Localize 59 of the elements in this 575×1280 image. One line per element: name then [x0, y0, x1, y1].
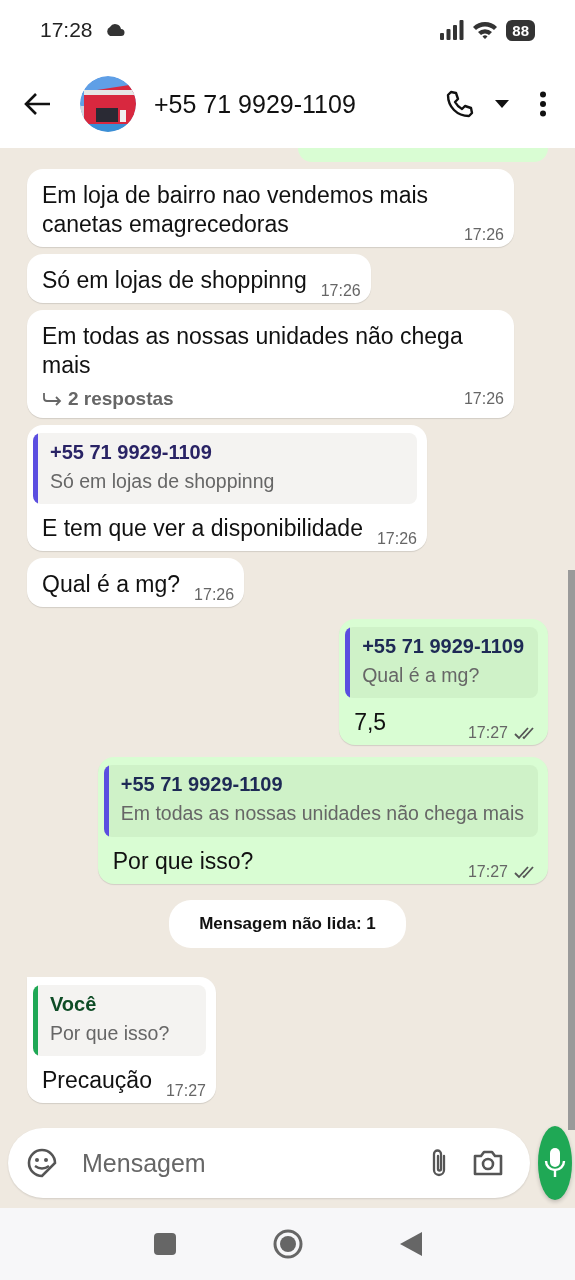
- message-time: 17:26: [320, 280, 361, 301]
- signal-icon: [440, 20, 465, 40]
- home-icon[interactable]: [271, 1228, 304, 1260]
- quote-text: Só em lojas de shoppinng: [50, 468, 276, 494]
- message-bubble[interactable]: Você Por que isso? Precaução 17:27: [27, 976, 216, 1104]
- microphone-button[interactable]: [538, 1126, 572, 1200]
- message-time: 17:27: [467, 723, 508, 744]
- message-text: Precaução: [42, 1066, 152, 1096]
- message-text: Qual é a mg?: [42, 570, 181, 600]
- quoted-message[interactable]: +55 71 9929-1109 Qual é a mg?: [345, 627, 538, 699]
- message-text: Em todas as nossas unidades não chega mais: [42, 321, 464, 380]
- recent-apps-icon[interactable]: [153, 1233, 176, 1255]
- microphone-icon: [544, 1147, 566, 1179]
- message-text: Por que isso?: [112, 846, 254, 876]
- contact-name[interactable]: +55 71 9929-1109: [154, 89, 356, 119]
- quoted-message[interactable]: +55 71 9929-1109 Só em lojas de shoppinng: [33, 432, 417, 505]
- quote-text: Em todas as nossas unidades não chega mais: [120, 801, 524, 827]
- message-text: 7,5: [354, 708, 387, 738]
- quote-author: Você: [50, 992, 98, 1016]
- scrollbar[interactable]: [568, 570, 575, 1130]
- message-time: 17:27: [165, 1080, 206, 1101]
- message-bubble[interactable]: Qual é a mg? 17:26: [27, 558, 245, 608]
- status-time: 17:28: [40, 18, 93, 42]
- quote-author: +55 71 9929-1109: [50, 440, 213, 464]
- message-time: 17:27: [467, 861, 508, 882]
- quote-author: +55 71 9929-1109: [120, 773, 284, 797]
- cloud-icon: [104, 24, 125, 36]
- camera-icon[interactable]: [472, 1149, 504, 1177]
- wifi-icon: [472, 20, 499, 40]
- message-bubble[interactable]: +55 71 9929-1109 Só em lojas de shoppinng E tem que ver a disponibilidade 17:26: [27, 424, 427, 552]
- back-icon[interactable]: [399, 1232, 422, 1256]
- message-bubble[interactable]: Só em lojas de shoppinng 17:26: [27, 253, 371, 303]
- message-text: E tem que ver a disponibilidade: [42, 514, 363, 544]
- unread-notice: Mensagem não lida: 1: [169, 899, 406, 948]
- reply-arrow-icon: [42, 391, 62, 406]
- caret-icon[interactable]: [495, 100, 509, 108]
- quote-text: Por que isso?: [50, 1020, 171, 1046]
- replies-link[interactable]: 2 respostas: [42, 387, 174, 410]
- menu-icon[interactable]: [539, 91, 547, 117]
- message-time: 17:26: [463, 389, 504, 408]
- quote-text: Qual é a mg?: [362, 663, 481, 689]
- message-time: 17:26: [463, 224, 504, 245]
- quoted-message[interactable]: Você Por que isso?: [33, 984, 206, 1057]
- message-bubble[interactable]: +55 71 9929-1109 Qual é a mg? 7,5 17:27: [339, 619, 548, 746]
- message-input[interactable]: Mensagem: [8, 1128, 530, 1198]
- back-arrow-icon[interactable]: [24, 92, 52, 116]
- message-field[interactable]: Mensagem: [80, 1147, 406, 1179]
- battery-level: 88: [506, 19, 535, 41]
- quoted-message[interactable]: +55 71 9929-1109 Em todas as nossas unidades não chega mais: [103, 765, 538, 837]
- message-time: 17:26: [194, 584, 235, 605]
- message-bubble[interactable]: +55 71 9929-1109 Em todas as nossas unidades não chega mais Por que isso? 17:27: [97, 757, 548, 884]
- phone-icon[interactable]: [445, 89, 475, 119]
- sticker-icon[interactable]: [26, 1147, 58, 1179]
- message-text: Só em lojas de shoppinng: [42, 265, 307, 295]
- quote-author: +55 71 9929-1109: [362, 635, 524, 659]
- message-text: Em loja de bairro nao vendemos mais canetas emagrecedoras: [42, 181, 430, 239]
- message-time: 17:26: [376, 529, 417, 549]
- message-bubble[interactable]: Em todas as nossas unidades não chega mais 2 respostas 17:26: [27, 309, 514, 418]
- message-bubble[interactable]: Em loja de bairro nao vendemos mais canetas emagrecedoras 17:26: [27, 169, 514, 247]
